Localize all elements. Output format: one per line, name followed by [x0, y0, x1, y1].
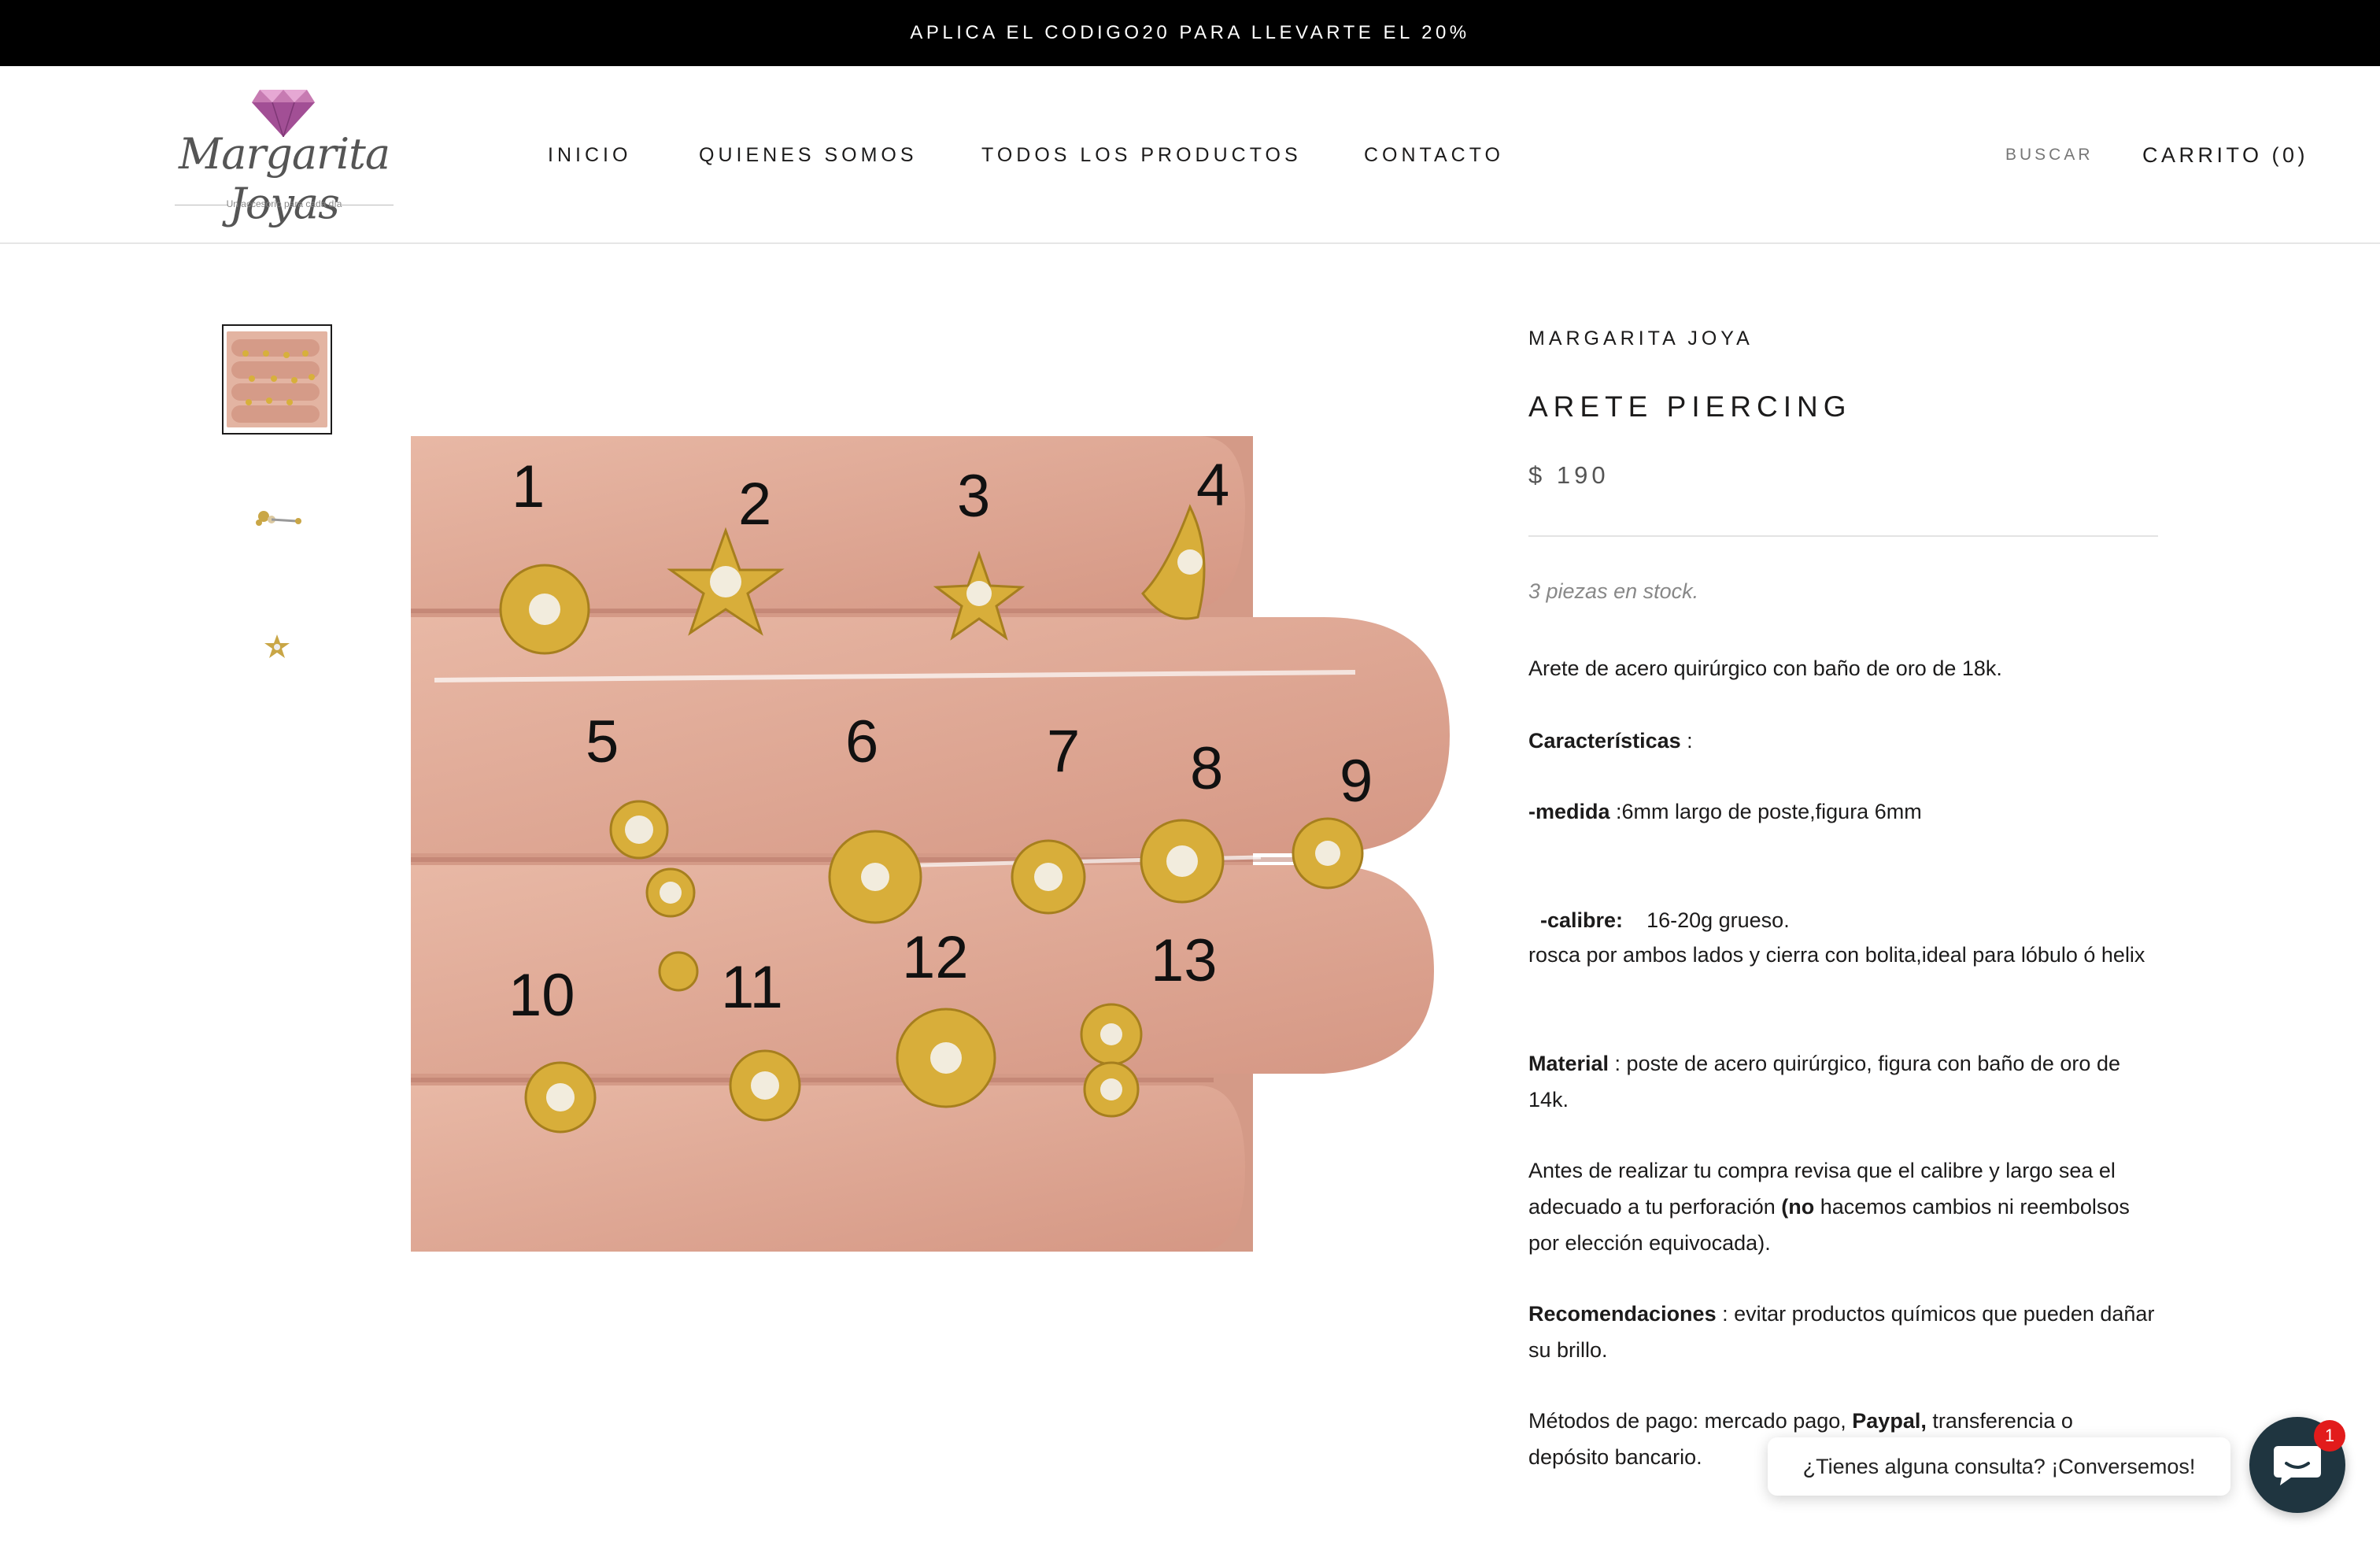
image-number: 3: [957, 463, 990, 530]
product-title: ARETE PIERCING: [1528, 390, 1852, 423]
description-calibre: -calibre: 16-20g grueso.: [1528, 866, 2158, 938]
description-material: Material : poste de acero quirúrgico, fi…: [1528, 1045, 2158, 1118]
cart-button[interactable]: CARRITO (0): [2142, 66, 2308, 244]
material-label: Material: [1528, 1052, 1609, 1075]
product-main-image[interactable]: 1 2 3 4 5 6 7 8 9 10 11 12 13: [411, 436, 1450, 1252]
image-number: 7: [1047, 718, 1080, 785]
chat-icon: [2274, 1446, 2321, 1485]
description-intro: Arete de acero quirúrgico con baño de or…: [1528, 656, 2002, 680]
image-number: 8: [1190, 735, 1223, 802]
announcement-text: APLICA EL CODIGO20 PARA LLEVARTE EL 20%: [910, 22, 1470, 43]
thumbnail-1[interactable]: [222, 324, 332, 435]
image-number: 13: [1151, 927, 1218, 994]
image-number: 5: [586, 708, 619, 775]
pago-text-1: Métodos de pago: mercado pago,: [1528, 1409, 1853, 1433]
image-number: 11: [721, 954, 783, 1021]
features-suffix: :: [1680, 729, 1693, 753]
nav-link[interactable]: QUIENES SOMOS: [699, 144, 918, 167]
logo-wordmark: Margarita Joyas: [178, 129, 390, 228]
thumbnail-3[interactable]: [222, 592, 332, 702]
medida-value: :6mm largo de poste,figura 6mm: [1609, 800, 1922, 823]
nav-item-quienes-somos[interactable]: QUIENES SOMOS: [699, 66, 918, 244]
nav-item-inicio[interactable]: INICIO: [548, 66, 631, 244]
product-price: $ 190: [1528, 461, 1609, 489]
image-number: 1: [512, 453, 545, 520]
product-vendor[interactable]: MARGARITA JOYA: [1528, 327, 1754, 350]
medida-label: -medida: [1528, 800, 1610, 823]
nav-item-todos-los-productos[interactable]: TODOS LOS PRODUCTOS: [981, 66, 1302, 244]
image-number: 4: [1196, 452, 1229, 519]
thumbnail-2[interactable]: [222, 463, 332, 573]
description-features: Características :: [1528, 723, 2158, 759]
antes-bold: (no: [1781, 1195, 1815, 1219]
nav-link[interactable]: INICIO: [548, 144, 631, 167]
store-logo[interactable]: Margarita Joyas Un accesorio para cada d…: [154, 88, 414, 228]
material-value: : poste de acero quirúrgico, figura con …: [1528, 1052, 2120, 1111]
chat-prompt-bubble[interactable]: ¿Tienes alguna consulta? ¡Conversemos!: [1768, 1437, 2230, 1496]
description-rosca: rosca por ambos lados y cierra con bolit…: [1528, 943, 2145, 967]
nav-link[interactable]: TODOS LOS PRODUCTOS: [981, 144, 1302, 167]
nav-item-contacto[interactable]: CONTACTO: [1364, 66, 1504, 244]
thumbnail-image: [227, 331, 327, 427]
logo-tagline: Un accesorio para cada día: [226, 198, 342, 209]
calibre-value: 16-20g grueso.: [1623, 908, 1790, 932]
pago-bold: Paypal,: [1852, 1409, 1927, 1433]
announcement-bar: APLICA EL CODIGO20 PARA LLEVARTE EL 20%: [0, 0, 2380, 66]
recom-label: Recomendaciones: [1528, 1302, 1717, 1326]
stock-status: 3 piezas en stock.: [1528, 579, 1699, 603]
image-number: 2: [738, 471, 771, 538]
image-number: 12: [902, 924, 969, 991]
nav-link[interactable]: CONTACTO: [1364, 144, 1504, 167]
description-recomendaciones: Recomendaciones : evitar productos quími…: [1528, 1296, 2158, 1368]
image-number: 9: [1340, 748, 1373, 815]
description-medida: -medida :6mm largo de poste,figura 6mm: [1528, 793, 2158, 830]
earring-thumbnail-icon: [256, 511, 301, 526]
chat-notification-badge: 1: [2314, 1420, 2345, 1452]
search-button[interactable]: BUSCAR: [2005, 66, 2094, 244]
features-heading: Características: [1528, 729, 1681, 753]
calibre-label: -calibre:: [1540, 908, 1624, 932]
image-number: 10: [508, 962, 575, 1029]
divider: [1528, 535, 2158, 537]
site-header: Margarita Joyas Un accesorio para cada d…: [0, 66, 2380, 244]
image-number: 6: [845, 708, 878, 775]
description-antes: Antes de realizar tu compra revisa que e…: [1528, 1152, 2158, 1261]
star-thumbnail-icon: [264, 634, 290, 658]
